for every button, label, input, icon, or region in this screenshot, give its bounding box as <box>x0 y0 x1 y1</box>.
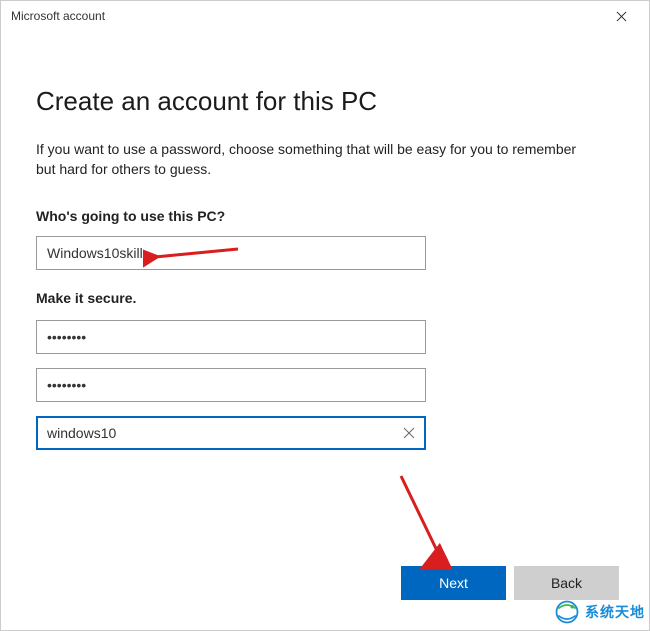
next-button[interactable]: Next <box>401 566 506 600</box>
window-title: Microsoft account <box>11 9 105 23</box>
page-description: If you want to use a password, choose so… <box>36 139 596 180</box>
close-button[interactable] <box>601 1 641 31</box>
x-icon <box>403 427 415 439</box>
close-icon <box>616 11 627 22</box>
clear-hint-button[interactable] <box>400 424 418 442</box>
username-input[interactable] <box>36 236 426 270</box>
page-title: Create an account for this PC <box>36 86 614 117</box>
username-label: Who's going to use this PC? <box>36 208 614 224</box>
back-button[interactable]: Back <box>514 566 619 600</box>
annotation-arrow-next <box>391 471 461 571</box>
password-hint-input[interactable] <box>36 416 426 450</box>
globe-icon <box>553 598 581 626</box>
watermark: 系统天地 <box>553 598 645 626</box>
watermark-text: 系统天地 <box>585 602 645 622</box>
password-input[interactable] <box>36 320 426 354</box>
confirm-password-input[interactable] <box>36 368 426 402</box>
secure-label: Make it secure. <box>36 290 614 306</box>
